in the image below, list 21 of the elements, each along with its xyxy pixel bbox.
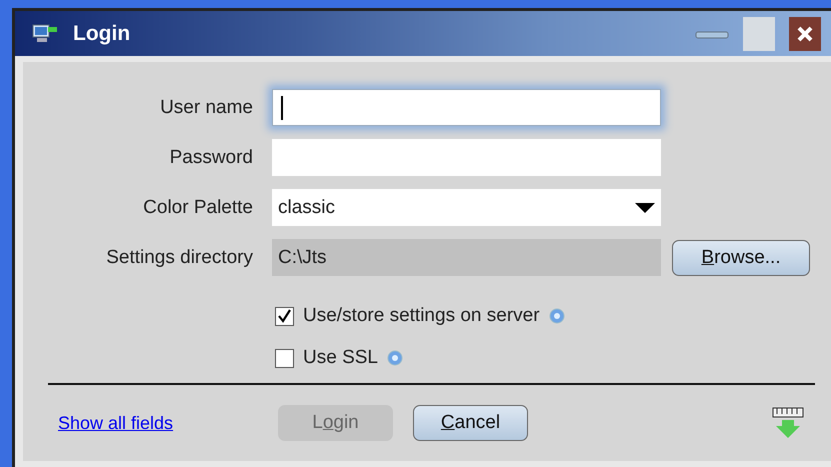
window-title: Login	[73, 22, 132, 46]
text-field[interactable]	[272, 139, 661, 176]
text-field[interactable]	[272, 89, 661, 126]
checkbox-label[interactable]: Use SSL	[303, 347, 378, 369]
download-icon[interactable]	[771, 406, 805, 440]
help-icon[interactable]	[386, 350, 403, 366]
field-label: Password	[168, 146, 253, 168]
browse-button[interactable]: Browse...	[672, 240, 810, 276]
field-label: Settings directory	[105, 246, 253, 268]
cancel-button[interactable]: Cancel	[413, 405, 528, 441]
help-icon[interactable]	[548, 308, 565, 324]
palette-dropdown[interactable]: classic	[272, 189, 661, 226]
checkbox[interactable]	[275, 348, 294, 368]
checkbox[interactable]	[275, 306, 294, 326]
dropdown-arrow-icon	[635, 202, 655, 212]
field-label: User name	[159, 96, 253, 118]
show-all-fields-link[interactable]: Show all fields	[58, 412, 278, 434]
directory-field: C:\Jts	[272, 239, 661, 276]
close-button[interactable]	[789, 16, 821, 50]
checkbox-label[interactable]: Use/store settings on server	[303, 305, 540, 327]
field-label: Color Palette	[142, 196, 253, 218]
